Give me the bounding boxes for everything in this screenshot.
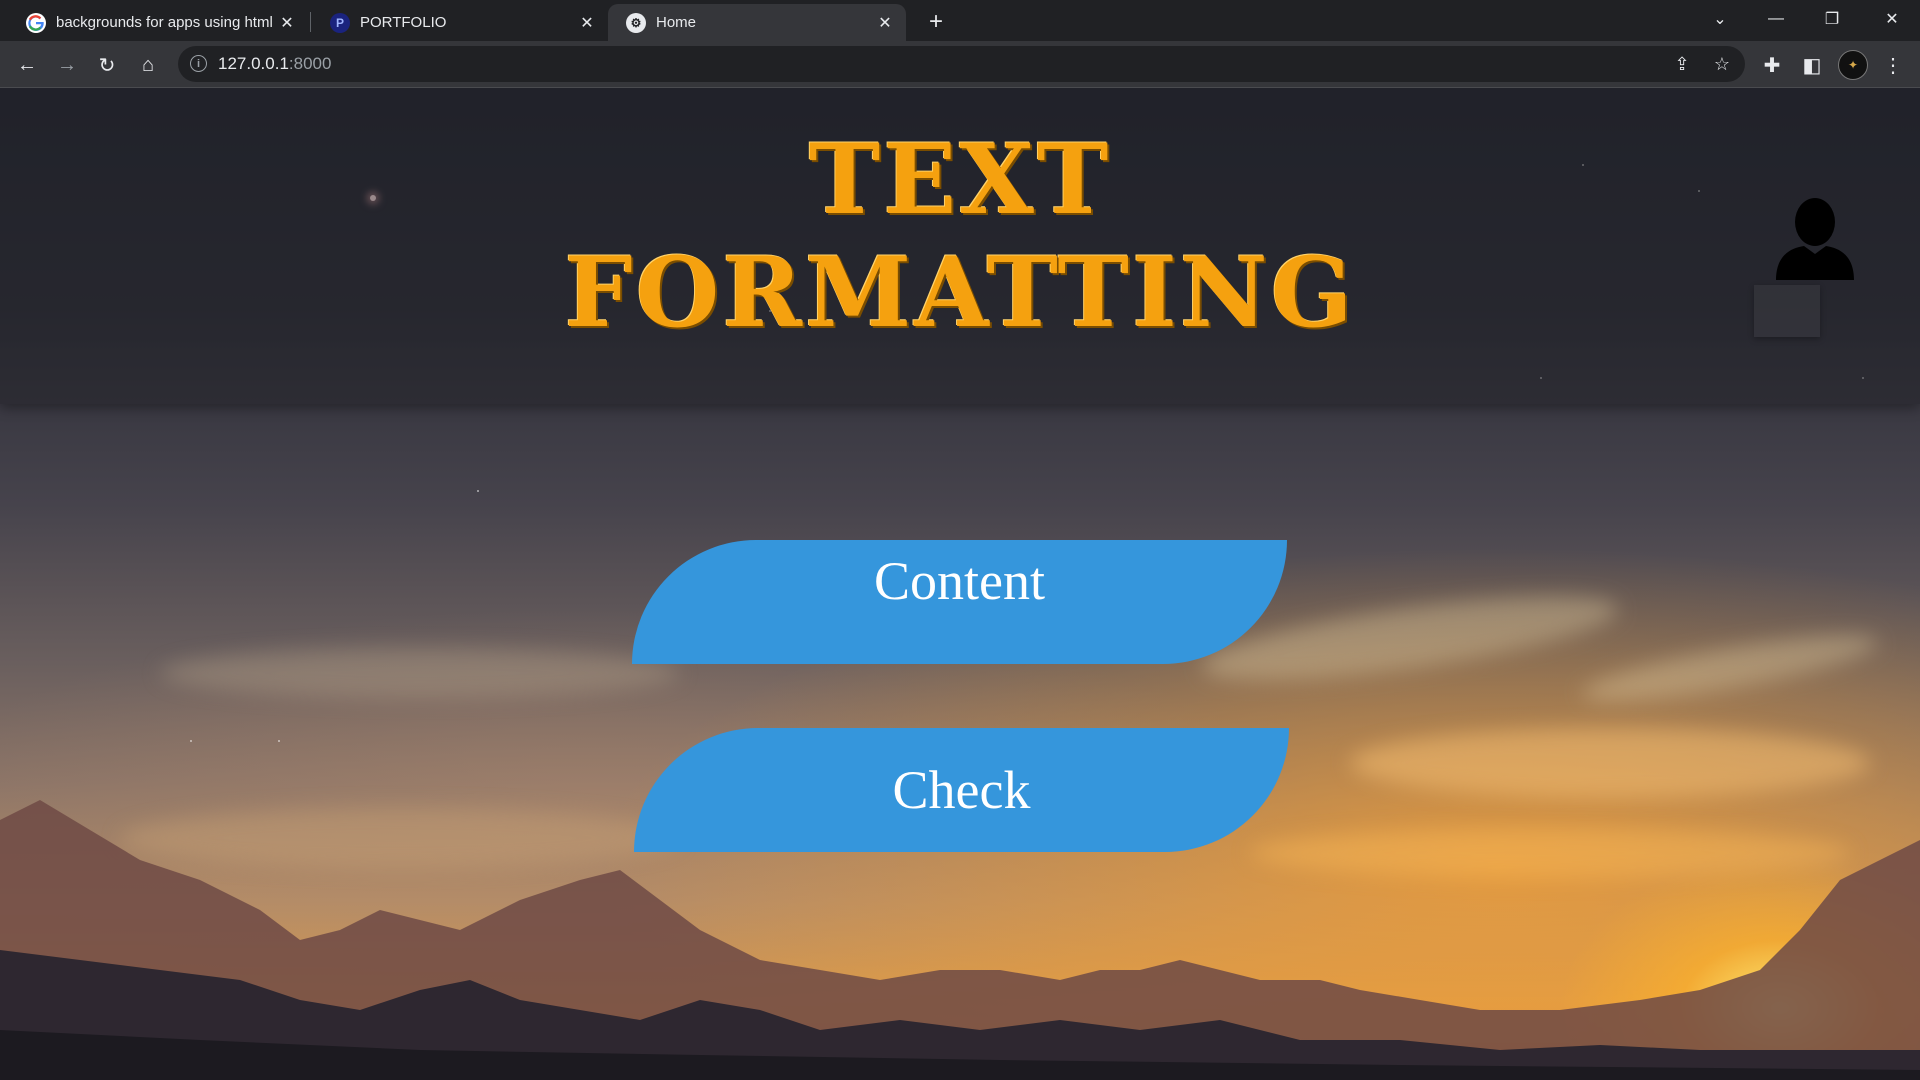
- content-button[interactable]: Content: [632, 540, 1287, 664]
- url-port: :8000: [288, 54, 332, 73]
- title-container: TEXT FORMATTING: [465, 123, 1455, 349]
- tab-portfolio[interactable]: P PORTFOLIO ✕: [312, 4, 608, 41]
- back-icon[interactable]: ←: [12, 50, 42, 80]
- user-avatar-icon[interactable]: [1774, 196, 1856, 280]
- star: [477, 490, 479, 492]
- browser-toolbar: ← → ↻ ⌂ i 127.0.0.1:8000 ⇪ ☆ ✚ ◧ ✦ ⋮: [0, 41, 1920, 88]
- tab-title: backgrounds for apps using html: [56, 14, 273, 31]
- share-icon[interactable]: ⇪: [1669, 51, 1695, 77]
- page-viewport: TEXT FORMATTING Content Check: [0, 88, 1920, 1080]
- close-tab-icon[interactable]: ✕: [578, 14, 596, 32]
- google-icon: [26, 12, 46, 33]
- page-title: TEXT FORMATTING: [564, 123, 1356, 349]
- home-icon[interactable]: ⌂: [133, 50, 163, 80]
- tab-strip: backgrounds for apps using html ✕ P PORT…: [0, 0, 1920, 41]
- portfolio-icon: P: [330, 12, 350, 33]
- side-panel-icon[interactable]: ◧: [1797, 50, 1827, 80]
- forward-icon[interactable]: →: [52, 50, 82, 80]
- star: [278, 740, 280, 742]
- new-tab-button[interactable]: +: [922, 8, 950, 36]
- star: [190, 740, 192, 742]
- tab-search-icon[interactable]: ⌄: [1692, 0, 1748, 38]
- restore-button[interactable]: ❐: [1804, 0, 1860, 38]
- avatar-dropdown: [1754, 285, 1820, 337]
- cloud: [1350, 728, 1870, 798]
- bookmark-star-icon[interactable]: ☆: [1709, 51, 1735, 77]
- menu-icon[interactable]: ⋮: [1878, 50, 1908, 80]
- site-info-icon[interactable]: i: [190, 55, 207, 72]
- tab-title: PORTFOLIO: [360, 14, 447, 31]
- url-text[interactable]: 127.0.0.1:8000: [218, 54, 331, 74]
- address-bar[interactable]: i 127.0.0.1:8000 ⇪ ☆: [178, 46, 1745, 82]
- url-host: 127.0.0.1: [218, 54, 289, 73]
- minimize-button[interactable]: —: [1748, 0, 1804, 38]
- check-button[interactable]: Check: [634, 728, 1289, 852]
- close-tab-icon[interactable]: ✕: [278, 14, 296, 32]
- cloud: [1578, 622, 1882, 714]
- close-tab-icon[interactable]: ✕: [876, 14, 894, 32]
- tab-separator: [310, 12, 311, 32]
- tab-home[interactable]: ⚙ Home ✕: [608, 4, 906, 41]
- extensions-icon[interactable]: ✚: [1757, 50, 1787, 80]
- cloud: [160, 648, 680, 698]
- reload-icon[interactable]: ↻: [92, 50, 122, 80]
- close-window-button[interactable]: ✕: [1864, 0, 1920, 38]
- profile-avatar-icon[interactable]: ✦: [1838, 50, 1868, 80]
- site-icon: ⚙: [626, 12, 646, 33]
- tab-title: Home: [656, 14, 697, 31]
- tab-backgrounds[interactable]: backgrounds for apps using html ✕: [8, 4, 308, 41]
